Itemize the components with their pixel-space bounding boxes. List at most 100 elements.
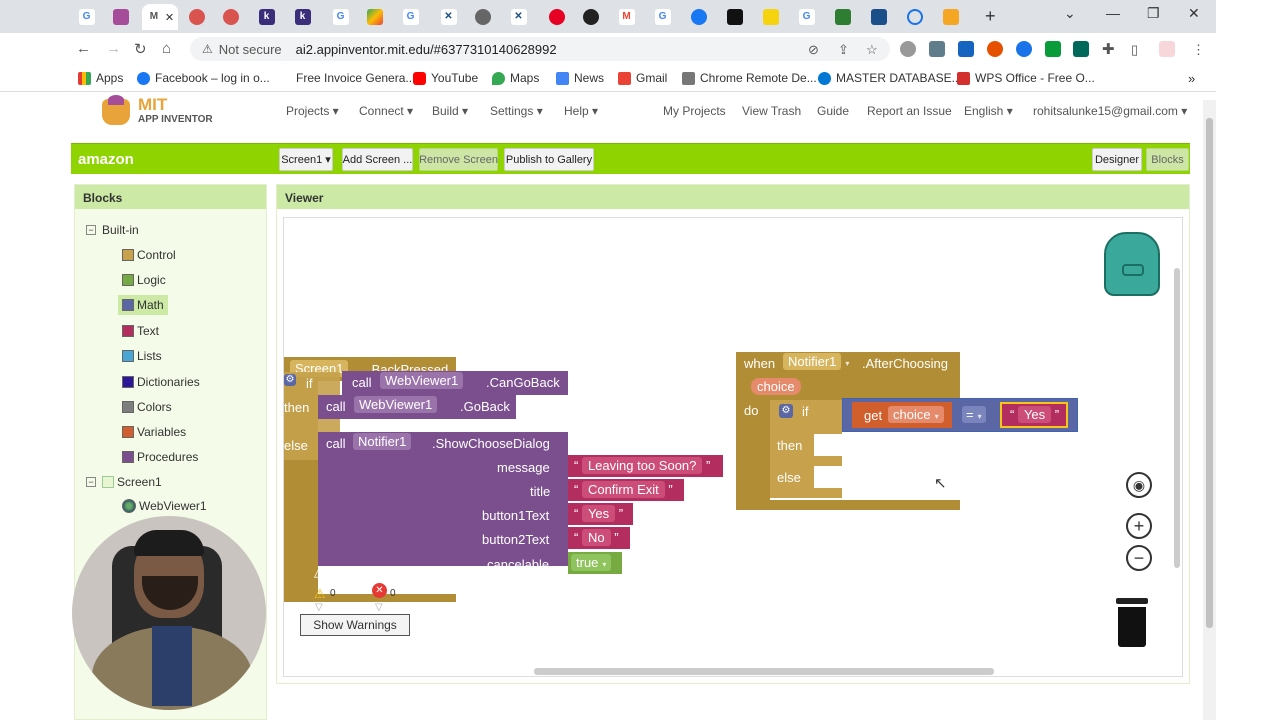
menu-language[interactable]: English ▾ — [964, 104, 1013, 118]
webviewer-dropdown[interactable]: WebViewer1 — [354, 396, 438, 413]
notifier-dropdown[interactable]: Notifier1 ▾ — [783, 353, 849, 370]
tree-webviewer1[interactable]: WebViewer1 — [122, 499, 207, 513]
down-arrow-icon[interactable]: ▽ — [315, 602, 323, 613]
else-socket[interactable] — [814, 466, 842, 488]
drawer-dictionaries[interactable]: Dictionaries — [122, 375, 200, 389]
extension-icon[interactable] — [1045, 41, 1061, 57]
menu-guide[interactable]: Guide — [817, 104, 849, 118]
tab[interactable]: G — [324, 4, 357, 30]
param-choice[interactable]: choice — [751, 378, 801, 395]
blocks-workspace[interactable]: Screen1 .BackPressed ⚙ if then else call… — [283, 217, 1183, 677]
webviewer-dropdown[interactable]: WebViewer1 — [380, 372, 464, 389]
tab[interactable] — [466, 4, 499, 30]
down-arrow-icon[interactable]: ▽ — [375, 602, 383, 613]
home-icon[interactable]: ⌂ — [162, 40, 171, 57]
drawer-procedures[interactable]: Procedures — [122, 450, 198, 464]
gear-icon[interactable]: ⚙ — [779, 404, 793, 418]
up-arrow-icon[interactable]: △ — [314, 564, 324, 580]
menu-build[interactable]: Build ▾ — [432, 104, 468, 118]
tab[interactable]: G — [790, 4, 823, 30]
collapse-icon[interactable]: − — [86, 477, 96, 487]
bookmark-gmail[interactable]: Gmail — [618, 71, 667, 85]
text-value-title[interactable]: “ Confirm Exit ” — [574, 481, 673, 498]
recenter-icon[interactable]: ◉ — [1126, 472, 1152, 498]
event-block-body[interactable] — [736, 412, 770, 504]
tab[interactable]: G — [394, 4, 427, 30]
true-dropdown[interactable]: true ▾ — [571, 554, 612, 571]
tab[interactable]: k — [250, 4, 283, 30]
trash-icon[interactable] — [1118, 607, 1146, 647]
text-value-button1[interactable]: “ Yes ” — [574, 505, 623, 522]
camera-blocked-icon[interactable]: ⊘ — [808, 42, 819, 58]
close-tab-icon[interactable]: ✕ — [165, 11, 174, 24]
restore-icon[interactable]: ❐ — [1147, 5, 1160, 22]
text-value-yes[interactable]: “ Yes ” — [1010, 406, 1059, 423]
operator-dropdown[interactable]: = ▾ — [962, 406, 986, 423]
bookmark-remote[interactable]: Chrome Remote De... — [682, 71, 817, 85]
menu-connect[interactable]: Connect ▾ — [359, 104, 413, 118]
drawer-text[interactable]: Text — [122, 324, 159, 338]
puzzle-icon[interactable]: ✚ — [1102, 40, 1115, 58]
menu-my-projects[interactable]: My Projects — [663, 104, 726, 118]
tree-screen1[interactable]: − Screen1 — [86, 475, 162, 489]
tab[interactable]: G — [70, 4, 103, 30]
extension-icon[interactable] — [958, 41, 974, 57]
tab[interactable]: k — [286, 4, 319, 30]
menu-projects[interactable]: Projects ▾ — [286, 104, 339, 118]
reload-icon[interactable]: ↻ — [134, 40, 147, 58]
tab-search-icon[interactable]: ⌄ — [1064, 5, 1076, 22]
extension-icon[interactable] — [929, 41, 945, 57]
share-icon[interactable]: ⇪ — [838, 42, 849, 58]
drawer-variables[interactable]: Variables — [122, 425, 186, 439]
new-tab-button[interactable]: + — [985, 6, 996, 27]
menu-report-issue[interactable]: Report an Issue — [867, 104, 952, 118]
back-icon[interactable]: ← — [76, 40, 91, 57]
tab[interactable] — [718, 4, 751, 30]
address-bar[interactable]: ⚠ Not secure ai2.appinventor.mit.edu/#63… — [190, 37, 890, 61]
up-arrow-icon[interactable]: △ — [374, 564, 384, 580]
gear-icon[interactable]: ⚙ — [284, 374, 296, 386]
tab[interactable] — [540, 4, 573, 30]
more-bookmarks-icon[interactable]: » — [1188, 71, 1195, 86]
zoom-out-icon[interactable]: − — [1126, 545, 1152, 571]
logo[interactable]: MIT APP INVENTOR — [98, 95, 218, 129]
bookmark-apps[interactable]: Apps — [78, 71, 123, 85]
text-value-button2[interactable]: “ No ” — [574, 529, 619, 546]
bookmark-facebook[interactable]: Facebook – log in o... — [137, 71, 270, 85]
extension-icon[interactable] — [900, 41, 916, 57]
tab[interactable] — [214, 4, 247, 30]
tab[interactable]: M — [610, 4, 643, 30]
bookmark-star-icon[interactable]: ☆ — [866, 42, 878, 58]
bookmark-news[interactable]: News — [556, 71, 604, 85]
close-window-icon[interactable]: ✕ — [1188, 5, 1200, 22]
remove-screen-button[interactable]: Remove Screen — [419, 148, 498, 171]
forward-icon[interactable]: → — [106, 40, 121, 57]
drawer-logic[interactable]: Logic — [122, 273, 166, 287]
url-text[interactable]: ai2.appinventor.mit.edu/#637731014062899… — [296, 42, 557, 57]
bookmark-wps[interactable]: WPS Office - Free O... — [957, 71, 1095, 85]
workspace-scrollbar-vertical[interactable] — [1174, 268, 1180, 568]
notifier-dropdown[interactable]: Notifier1 — [353, 433, 412, 450]
show-warnings-button[interactable]: Show Warnings — [300, 614, 410, 636]
menu-settings[interactable]: Settings ▾ — [490, 104, 543, 118]
tab[interactable]: ✕ — [502, 4, 535, 30]
then-socket[interactable] — [814, 434, 842, 456]
screen-select[interactable]: Screen1 ▾ — [279, 148, 333, 171]
drawer-colors[interactable]: Colors — [122, 400, 172, 414]
sidepanel-icon[interactable]: ▯ — [1131, 42, 1138, 58]
bookmark-invoice[interactable]: Free Invoice Genera... — [278, 71, 415, 85]
blocks-button[interactable]: Blocks — [1146, 148, 1189, 171]
tab[interactable]: G — [646, 4, 679, 30]
tab[interactable] — [826, 4, 859, 30]
tree-builtin[interactable]: − Built-in — [86, 223, 139, 237]
publish-button[interactable]: Publish to Gallery — [504, 148, 594, 171]
collapse-icon[interactable]: − — [86, 225, 96, 235]
menu-help[interactable]: Help ▾ — [564, 104, 598, 118]
workspace-scrollbar-horizontal[interactable] — [534, 668, 994, 675]
menu-account[interactable]: rohitsalunke15@gmail.com ▾ — [1033, 104, 1187, 118]
bookmark-maps[interactable]: Maps — [492, 71, 539, 85]
tab[interactable] — [862, 4, 895, 30]
tab[interactable]: ✕ — [432, 4, 465, 30]
menu-icon[interactable]: ⋮ — [1192, 42, 1205, 58]
bookmark-database[interactable]: MASTER DATABASE... — [818, 71, 962, 85]
